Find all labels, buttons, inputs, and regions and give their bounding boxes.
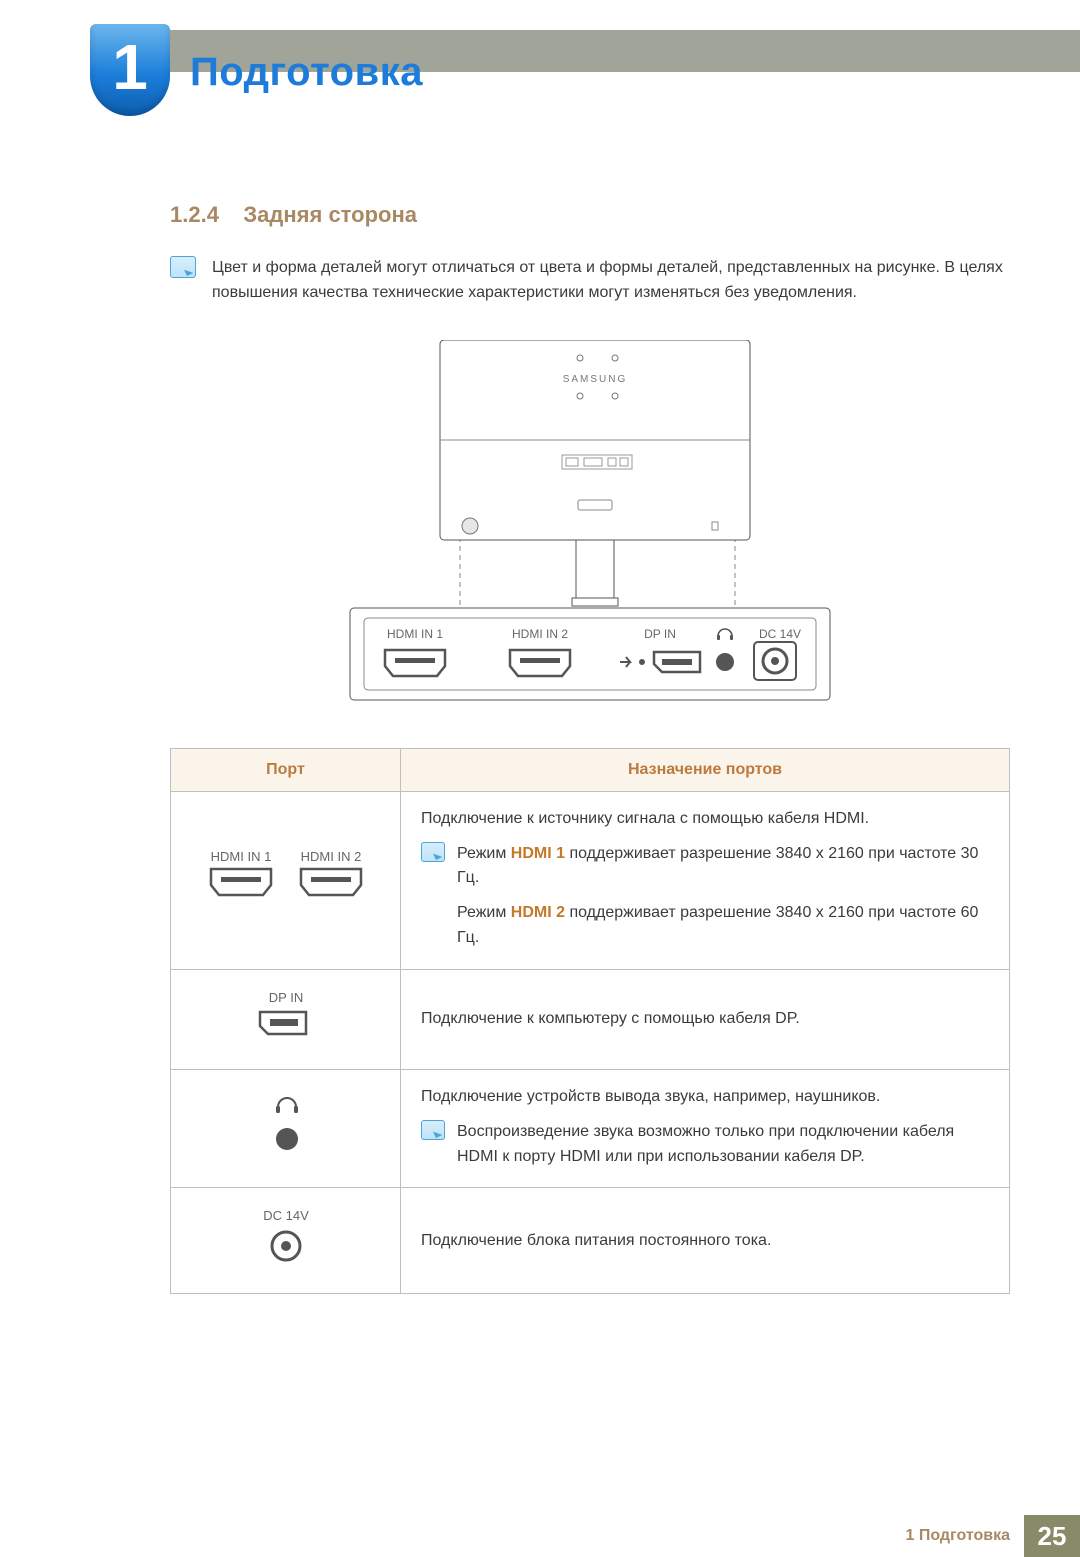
section-heading: 1.2.4 Задняя сторона <box>170 202 1010 228</box>
svg-text:HDMI IN 2: HDMI IN 2 <box>300 849 361 864</box>
hdmi-pair-icon: HDMI IN 1 HDMI IN 2 <box>196 847 376 909</box>
table-row: DC 14V Подключение блока питания постоян… <box>171 1188 1010 1294</box>
hdmi-note: Режим HDMI 1 поддерживает разрешение 384… <box>421 842 989 951</box>
table-row: Подключение устройств вывода звука, напр… <box>171 1069 1010 1188</box>
svg-text:DP IN: DP IN <box>268 990 302 1005</box>
footer: 1 Подготовка 25 <box>0 1515 1080 1557</box>
hdmi-desc: Подключение к источнику сигнала с помощь… <box>421 810 989 828</box>
brand-label: SAMSUNG <box>563 374 628 385</box>
footer-page-number: 25 <box>1024 1515 1080 1557</box>
header-band: 1 Подготовка <box>0 30 1080 112</box>
ports-table: Порт Назначение портов HDMI IN 1 HDMI IN… <box>170 748 1010 1295</box>
dp-desc: Подключение к компьютеру с помощью кабел… <box>401 969 1010 1069</box>
headphone-cell-icon <box>256 1091 316 1161</box>
dc-desc: Подключение блока питания постоянного то… <box>401 1188 1010 1294</box>
rear-view-svg: SAMSUNG <box>340 340 840 710</box>
table-row: HDMI IN 1 HDMI IN 2 <box>171 791 1010 969</box>
svg-text:HDMI IN 1: HDMI IN 1 <box>210 849 271 864</box>
audio-note: Воспроизведение звука возможно только пр… <box>421 1120 989 1170</box>
dp-cell-icon: DP IN <box>236 988 336 1046</box>
section-number: 1.2.4 <box>170 202 219 227</box>
note-text: Цвет и форма деталей могут отличаться от… <box>212 256 1010 306</box>
chapter-number-badge: 1 <box>90 24 170 116</box>
strip-label-hdmi1: HDMI IN 1 <box>387 627 443 641</box>
note-icon <box>170 256 196 278</box>
strip-label-dp: DP IN <box>644 627 676 641</box>
hdmi2-port-icon <box>510 650 570 676</box>
footer-chapter-label: 1 Подготовка <box>891 1515 1024 1557</box>
strip-label-hdmi2: HDMI IN 2 <box>512 627 568 641</box>
rear-view-figure: SAMSUNG <box>340 340 840 710</box>
table-row: DP IN Подключение к компьютеру с помощью… <box>171 969 1010 1069</box>
note-icon <box>421 1120 445 1140</box>
info-note: Цвет и форма деталей могут отличаться от… <box>170 256 1010 306</box>
dc-cell-icon: DC 14V <box>256 1206 316 1270</box>
note-icon <box>421 842 445 862</box>
chapter-title: Подготовка <box>190 50 423 95</box>
ports-header-desc: Назначение портов <box>401 748 1010 791</box>
audio-desc: Подключение устройств вывода звука, напр… <box>421 1088 989 1106</box>
svg-text:DC 14V: DC 14V <box>263 1208 309 1223</box>
strip-label-dc: DC 14V <box>759 627 801 641</box>
hdmi1-port-icon <box>385 650 445 676</box>
ports-header-port: Порт <box>171 748 401 791</box>
section-title: Задняя сторона <box>243 202 417 227</box>
jack-icon <box>716 653 734 671</box>
